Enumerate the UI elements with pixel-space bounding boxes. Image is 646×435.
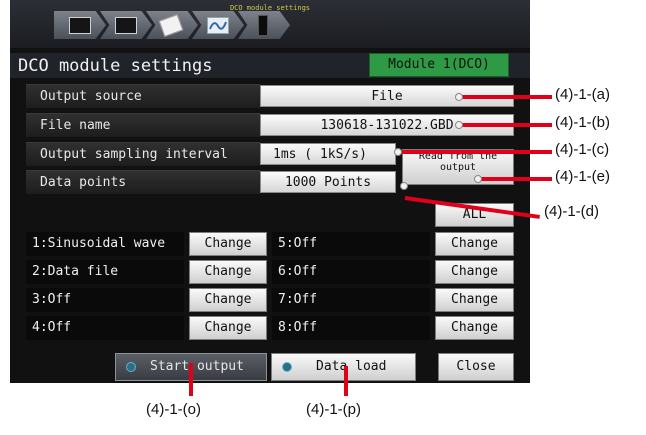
channel-3-label: 3:Off	[26, 288, 184, 312]
nav-module-tab[interactable]	[54, 11, 106, 39]
start-output-label: Start output	[150, 359, 244, 374]
channel-5-label: 5:Off	[272, 232, 430, 256]
nav-signal-tab[interactable]	[192, 11, 244, 39]
leader-dot-d	[400, 182, 408, 190]
sampling-interval-field[interactable]: 1ms ( 1kS/s)	[260, 143, 396, 165]
output-source-label: Output source	[26, 84, 260, 108]
page-title: DCO module settings	[18, 56, 213, 76]
channel-8-label: 8:Off	[272, 316, 430, 340]
leader-dot-a	[455, 93, 463, 101]
leader-line-b	[459, 123, 552, 127]
nav-document-tab[interactable]	[146, 11, 198, 39]
channel-4-label: 4:Off	[26, 316, 184, 340]
close-button[interactable]: Close	[438, 353, 514, 381]
callout-d: (4)-1-(d)	[544, 203, 599, 220]
data-load-indicator-icon	[282, 362, 292, 372]
leader-dot-c	[394, 148, 402, 156]
leader-line-a	[459, 95, 552, 99]
title-bar: DCO module settings Module 1(DCO)	[10, 53, 530, 78]
leader-dot-e	[474, 175, 482, 183]
channel-7-change-button[interactable]: Change	[435, 288, 514, 312]
start-output-indicator-icon	[126, 362, 136, 372]
leader-line-p	[344, 366, 348, 396]
top-nav-bar: DCO module settings	[10, 0, 530, 48]
nav-display-tab[interactable]	[100, 11, 152, 39]
top-nav-caption: DCO module settings	[229, 4, 311, 12]
callout-c: (4)-1-(c)	[555, 141, 610, 158]
file-name-label: File name	[26, 113, 260, 137]
leader-dot-b	[455, 121, 463, 129]
dco-settings-screen: DCO module settings DCO module settings …	[10, 0, 530, 383]
callout-p: (4)-1-(p)	[306, 401, 361, 418]
display-icon	[115, 17, 137, 34]
channel-1-change-button[interactable]: Change	[189, 232, 267, 256]
channel-3-change-button[interactable]: Change	[189, 288, 267, 312]
channel-8-change-button[interactable]: Change	[435, 316, 514, 340]
read-from-output-line2: output	[439, 162, 477, 173]
leader-line-c	[398, 150, 552, 154]
channel-6-label: 6:Off	[272, 260, 430, 284]
data-points-label: Data points	[26, 170, 260, 194]
leader-line-o	[189, 363, 193, 396]
channel-6-change-button[interactable]: Change	[435, 260, 514, 284]
leader-line-e	[478, 177, 552, 181]
data-points-field[interactable]: 1000 Points	[260, 171, 396, 193]
channel-2-label: 2:Data file	[26, 260, 184, 284]
nav-memory-tab[interactable]	[238, 11, 290, 39]
callout-o: (4)-1-(o)	[146, 401, 201, 418]
channel-5-change-button[interactable]: Change	[435, 232, 514, 256]
callout-e: (4)-1-(e)	[555, 168, 610, 185]
module-icon	[69, 17, 91, 34]
channel-2-change-button[interactable]: Change	[189, 260, 267, 284]
channel-4-change-button[interactable]: Change	[189, 316, 267, 340]
module-selector-button[interactable]: Module 1(DCO)	[369, 53, 509, 77]
memory-icon	[258, 15, 268, 36]
channel-7-label: 7:Off	[272, 288, 430, 312]
signal-icon	[207, 17, 229, 34]
callout-b: (4)-1-(b)	[555, 114, 610, 131]
callout-a: (4)-1-(a)	[555, 86, 610, 103]
channel-1-label: 1:Sinusoidal wave	[26, 232, 184, 256]
data-load-label: Data load	[316, 359, 387, 374]
sampling-interval-label: Output sampling interval	[26, 142, 260, 166]
document-icon	[158, 14, 184, 37]
